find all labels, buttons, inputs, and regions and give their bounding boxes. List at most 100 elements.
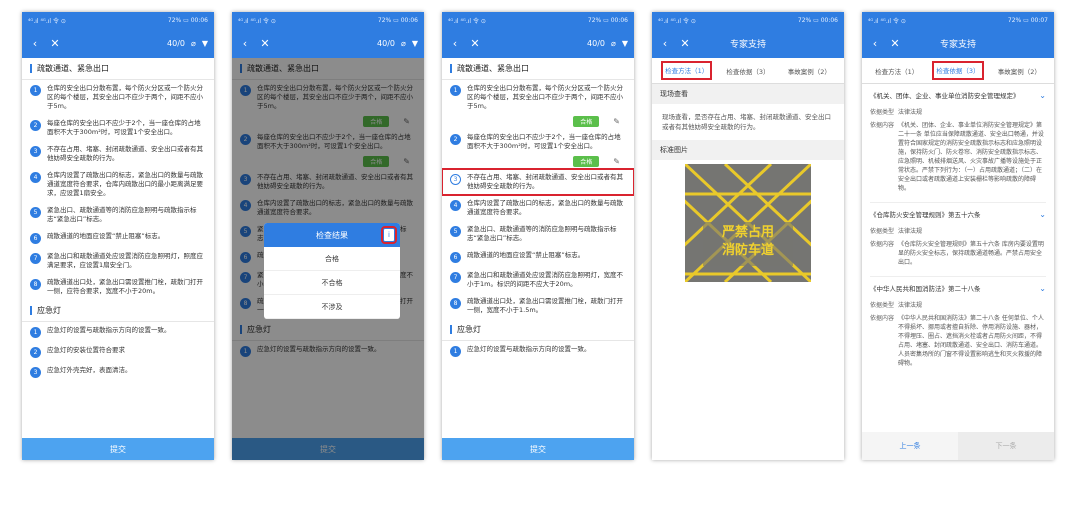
option-na[interactable]: 不涉及 [264,295,400,319]
section-title: 疏散通道、紧急出口 [442,58,634,80]
check-item[interactable]: 8 疏散通道出口处，紧急出口需设置推门栓，疏散门打开一侧，应符合要求，宽度不小于2… [22,274,214,300]
close-icon[interactable]: ✕ [258,37,272,50]
back-icon[interactable]: ‹ [28,37,42,50]
law-content: 依据内容 《仓库防火安全管理规则》第五十六条 库房内要设置明显的防火安全标志，保持… [870,241,1044,266]
law-title[interactable]: 《机关、团体、企业、事业单位消防安全管理规定》 ⌄ [862,84,1054,106]
tab-cases[interactable]: 事故案例（2） [785,63,834,79]
tab-bar: 检查方法（1） 检查依据（3） 事故案例（2） [862,58,1054,84]
pager: 上一条 下一条 [862,432,1054,460]
close-icon[interactable]: ✕ [678,37,692,50]
method-text: 现场查看，是否存在占用、堵塞、封闭疏散通道、安全出口或者有其他妨碍安全疏散的行为… [662,113,831,131]
check-item[interactable]: 7 紧急出口和疏散通道处应设置消防应急照明灯，照度应满足要求，应设置1扇安全门。 [22,248,214,274]
option-fail[interactable]: 不合格 [264,271,400,295]
check-item[interactable]: 4 仓库内设置了疏散出口的标志，紧急出口的数量与疏散通道宽度符合要求。 [442,195,634,221]
tab-basis[interactable]: 检查依据（3） [723,63,772,79]
check-item[interactable]: 3 不存在占用、堵塞、封闭疏散通道、安全出口或者有其他妨碍安全疏散的行为。 [22,141,214,167]
submit-button[interactable]: 提交 [22,438,214,460]
law-title[interactable]: 《仓库防火安全管理规则》第五十六条 ⌄ [862,203,1054,225]
check-item[interactable]: 5紧急出口、疏散通道等的消防应急照明与疏散指示标志“紧急出口”标志。 [22,202,214,228]
status-bar: ⁴ᴳ.ıl ⁴ᴳ.ıl 令 ⊙ 72% ▭ 00:07 [862,12,1054,28]
sign-text: 严禁占用 消防车道 [721,225,774,258]
chevron-down-icon: ⌄ [1039,283,1046,293]
next-button[interactable]: 下一条 [958,432,1054,460]
fire-lane-image [685,164,811,282]
close-icon[interactable]: ✕ [468,37,482,50]
check-item[interactable]: 2 每座仓库的安全出口不应少于2个，当一座仓库的占地面积不大于300m²时，可设置… [22,115,214,141]
close-icon[interactable]: ✕ [48,37,62,50]
progress-counter: 40/0 [377,38,396,48]
standard-photo[interactable]: 严禁占用 消防车道 [685,164,811,282]
attachment-icon[interactable]: ⌀ [401,39,406,48]
signal-text: ⁴ᴳ.ıl ⁴ᴳ.ıl 令 ⊙ [868,17,906,25]
prev-button[interactable]: 上一条 [862,432,958,460]
check-item[interactable]: 1 应急灯的设置与疏散指示方向的设置一致。 [22,322,214,342]
option-pass[interactable]: 合格 [264,247,400,271]
check-item[interactable]: 8疏散通道出口处，紧急出口需设置推门栓，疏散门打开一侧，宽度不小于1.5m。 [442,293,634,319]
tab-method[interactable]: 检查方法（1） [872,63,921,79]
check-item[interactable]: 4 仓库内设置了疏散出口的标志，紧急出口的数量与疏散通道宽度符合要求，仓库内疏散出… [22,167,214,202]
app-bar: ‹ ✕ 40/0 ⌀ ▼ [442,28,634,58]
app-bar: ‹ ✕ 专家支持 [862,28,1054,58]
law-content: 依据内容 《机关、团体、企业、事业单位消防安全管理规定》第二十一条 单位应当保障疏… [870,122,1044,192]
phone-checklist-dialog: ⁴ᴳ.ıl ⁴ᴳ.ıl 令 ⊙ 72% ▭ 00:06 ‹ ✕ 40/0 ⌀ ▼… [232,12,424,460]
submit-button[interactable]: 提交 [442,438,634,460]
check-item[interactable]: 1 仓库的安全出口分散布置，每个防火分区或一个防火分区的每个楼层，其安全出口不应少… [442,80,634,115]
section-title: 应急灯 [442,319,634,341]
section-title: 疏散通道、紧急出口 [22,58,214,80]
filter-icon[interactable]: ▼ [202,39,208,48]
law-content: 依据内容 《中华人民共和国消防法》第二十八条 任何单位、个人不得损坏、挪用或者擅自… [870,315,1044,367]
tab-basis[interactable]: 检查依据（3） [932,61,984,80]
filter-icon[interactable]: ▼ [622,39,628,48]
check-item[interactable]: 1 应急灯的设置与疏散指示方向的设置一致。 [442,341,634,361]
method-heading: 现场查看 [652,84,844,104]
dialog-title: 检查结果 [316,230,348,240]
signal-text: ⁴ᴳ.ıl ⁴ᴳ.ıl 令 ⊙ [448,17,486,25]
status-bar: ⁴ᴳ.ıl ⁴ᴳ.ıl 令 ⊙ 72% ▭ 00:06 [232,12,424,28]
close-icon[interactable]: ✕ [888,37,902,50]
back-icon[interactable]: ‹ [658,37,672,50]
check-item[interactable]: 2 应急灯的安装位置符合要求 [22,342,214,362]
tab-method[interactable]: 检查方法（1） [661,61,713,80]
edit-icon[interactable]: ✎ [613,157,620,166]
ok-badge: 合格 [573,156,600,167]
battery-text: 72% ▭ 00:06 [167,16,208,24]
check-item-highlighted[interactable]: 3 不存在占用、堵塞、封闭疏散通道、安全出口或者有其他妨碍安全疏散的行为。 [442,168,634,196]
dialog-header: 检查结果 i [264,223,400,247]
back-icon[interactable]: ‹ [448,37,462,50]
phone-expert-basis: ⁴ᴳ.ıl ⁴ᴳ.ıl 令 ⊙ 72% ▭ 00:07 ‹ ✕ 专家支持 检查方… [862,12,1054,460]
law-type: 依据类型 法律法规 [870,228,923,235]
picture-heading: 标准图片 [652,140,844,160]
check-item[interactable]: 7紧急出口和疏散通道处应设置消防应急照明灯，宽度不小于1m。标识的间距不应大于2… [442,267,634,293]
signal-text: ⁴ᴳ.ıl ⁴ᴳ.ıl 令 ⊙ [238,17,276,25]
check-item[interactable]: 3 应急灯外壳完好，表面清洁。 [22,362,214,382]
back-icon[interactable]: ‹ [238,37,252,50]
signal-text: ⁴ᴳ.ıl ⁴ᴳ.ıl 令 ⊙ [658,17,696,25]
check-item[interactable]: 6疏散通道的地面应设置“禁止阻塞”标志。 [442,247,634,267]
phone-checklist: ⁴ᴳ.ıl ⁴ᴳ.ıl 令 ⊙ 72% ▭ 00:06 ‹ ✕ 40/0 ⌀ ▼… [22,12,214,460]
tab-cases[interactable]: 事故案例（2） [995,63,1044,79]
progress-counter: 40/0 [587,38,606,48]
law-title[interactable]: 《中华人民共和国消防法》第二十八条 ⌄ [862,277,1054,299]
check-item[interactable]: 2 每座仓库的安全出口不应少于2个，当一座仓库的占地面积不大于300m²时，可设置… [442,129,634,155]
check-item[interactable]: 5紧急出口、疏散通道等的消防应急照明与疏散指示标志“紧急出口”标志。 [442,221,634,247]
section-title: 应急灯 [22,300,214,322]
status-bar: ⁴ᴳ.ıl ⁴ᴳ.ıl 令 ⊙ 72% ▭ 00:06 [22,12,214,28]
status-bar: ⁴ᴳ.ıl ⁴ᴳ.ıl 令 ⊙ 72% ▭ 00:06 [652,12,844,28]
chevron-down-icon: ⌄ [1039,90,1046,100]
check-item[interactable]: 1 仓库的安全出口分散布置，每个防火分区或一个防火分区的每个楼层，其安全出口不应少… [22,80,214,115]
phone-expert-method: ⁴ᴳ.ıl ⁴ᴳ.ıl 令 ⊙ 72% ▭ 00:06 ‹ ✕ 专家支持 检查方… [652,12,844,460]
app-bar: ‹ ✕ 专家支持 [652,28,844,58]
phone-checklist-highlight: ⁴ᴳ.ıl ⁴ᴳ.ıl 令 ⊙ 72% ▭ 00:06 ‹ ✕ 40/0 ⌀ ▼… [442,12,634,460]
battery-text: 72% ▭ 00:06 [377,16,418,24]
attachment-icon[interactable]: ⌀ [191,39,196,48]
chevron-down-icon: ⌄ [1039,209,1046,219]
law-type: 依据类型 法律法规 [870,302,923,309]
filter-icon[interactable]: ▼ [412,39,418,48]
signal-text: ⁴ᴳ.ıl ⁴ᴳ.ıl 令 ⊙ [28,17,66,25]
check-item[interactable]: 6疏散通道的地面应设置“禁止阻塞”标志。 [22,228,214,248]
back-icon[interactable]: ‹ [868,37,882,50]
attachment-icon[interactable]: ⌀ [611,39,616,48]
expert-doc-icon[interactable]: i [381,226,397,244]
edit-icon[interactable]: ✎ [613,117,620,126]
screenshots-strip: ⁴ᴳ.ıl ⁴ᴳ.ıl 令 ⊙ 72% ▭ 00:06 ‹ ✕ 40/0 ⌀ ▼… [0,0,1080,508]
